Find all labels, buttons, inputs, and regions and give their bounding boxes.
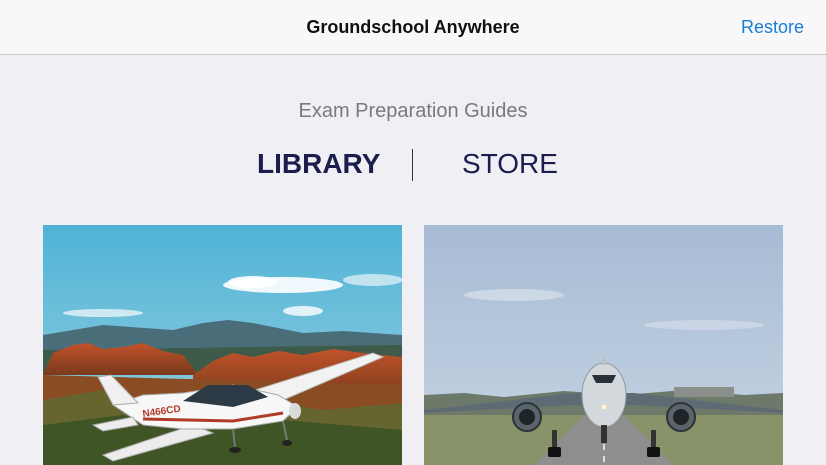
guide-cover-image: N466CD: [43, 225, 402, 465]
page-subtitle: Exam Preparation Guides: [298, 100, 528, 122]
guide-card-atpl[interactable]: [424, 225, 783, 465]
restore-button[interactable]: Restore: [741, 0, 804, 54]
nav-bar: Groundschool Anywhere Restore: [0, 0, 826, 55]
guide-cover-image: [424, 225, 783, 465]
nav-title: Groundschool Anywhere: [306, 17, 520, 37]
tab-store[interactable]: STORE: [462, 146, 558, 182]
guide-card-private-pilot[interactable]: N466CD: [43, 225, 402, 465]
segment-divider: [412, 149, 413, 181]
tab-library[interactable]: LIBRARY: [257, 146, 380, 182]
